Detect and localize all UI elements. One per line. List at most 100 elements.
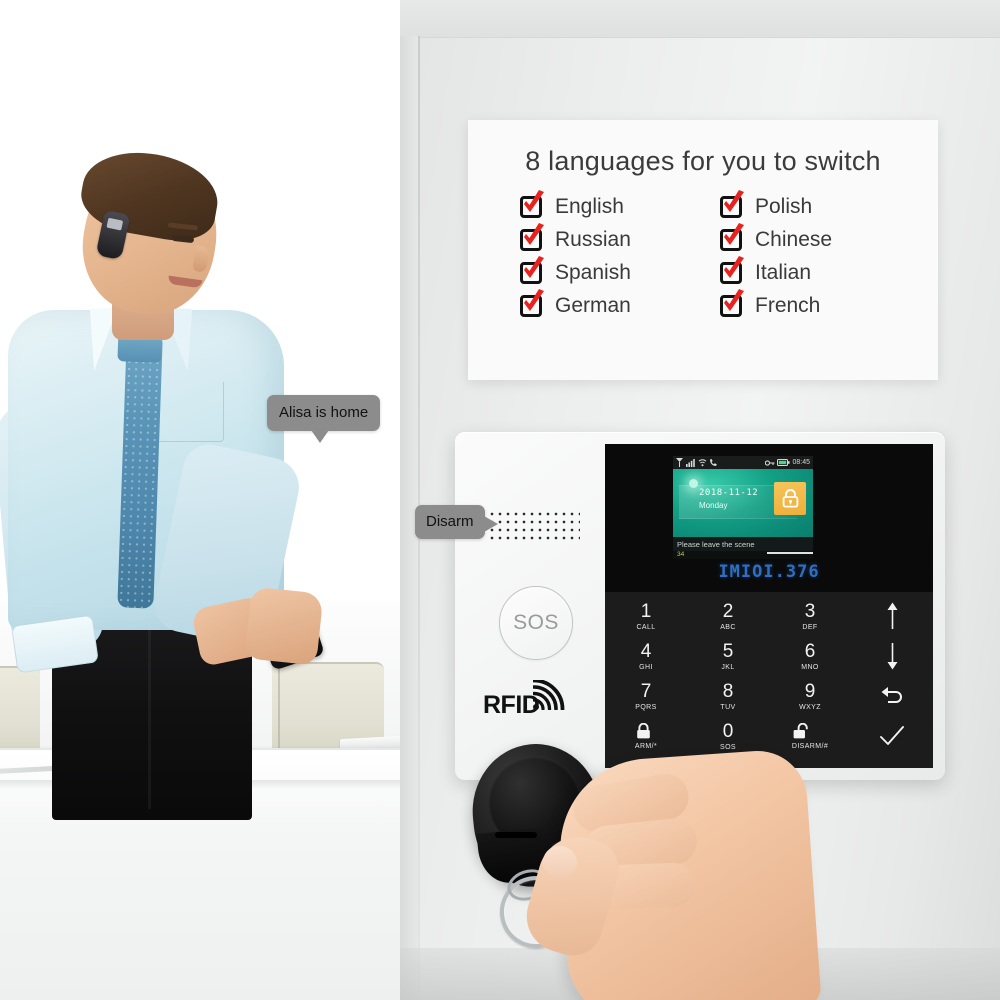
- businessman: [0, 142, 340, 820]
- key-digit: 1: [640, 600, 652, 622]
- hand-holding-rfid-fob: [455, 718, 875, 1000]
- wifi-icon: [698, 459, 707, 467]
- checkmark-icon: [524, 256, 544, 278]
- lcd-countdown-bar: 34: [673, 551, 813, 559]
- lcd-date: 2018-11-12: [699, 488, 759, 498]
- key-digit: 4: [640, 640, 652, 662]
- language-item-spanish: Spanish: [520, 256, 720, 285]
- lcd-glow-spot: [689, 479, 698, 488]
- language-item-chinese: Chinese: [720, 223, 910, 252]
- key-confirm[interactable]: [878, 725, 906, 747]
- checkmark-icon: [524, 190, 544, 212]
- phone-icon: [710, 459, 717, 466]
- checkmark-icon: [524, 223, 544, 245]
- key-sublabel: ABC: [720, 623, 736, 631]
- key-sublabel: PQRS: [635, 703, 657, 711]
- key-down[interactable]: [885, 641, 900, 671]
- key-digit: 9: [804, 680, 816, 702]
- language-label: French: [755, 294, 821, 317]
- language-item-russian: Russian: [520, 223, 720, 252]
- shirt-pocket: [150, 382, 224, 442]
- language-label: German: [555, 294, 631, 317]
- rfid-label: RFID: [483, 691, 540, 719]
- key-icon: [765, 459, 775, 466]
- language-item-german: German: [520, 289, 720, 318]
- lcd-clock: 08:45: [792, 459, 810, 466]
- key-1[interactable]: 1 CALL: [636, 602, 655, 631]
- signal-icon: [676, 458, 683, 467]
- checkbox-icon: [720, 190, 744, 218]
- language-label: Chinese: [755, 228, 833, 251]
- key-8[interactable]: 8 TUV: [720, 682, 735, 711]
- key-4[interactable]: 4 GHI: [639, 642, 653, 671]
- sos-button[interactable]: SOS: [499, 586, 573, 660]
- key-sublabel: CALL: [636, 623, 656, 631]
- key-9[interactable]: 9 WXYZ: [799, 682, 821, 711]
- lcd-weekday: Monday: [699, 501, 728, 510]
- fob-notch: [495, 832, 537, 838]
- key-digit: 6: [804, 640, 816, 662]
- language-item-polish: Polish: [720, 190, 910, 219]
- language-label: Italian: [755, 261, 812, 284]
- callout-disarm: Disarm: [415, 505, 497, 539]
- lcd-progress-line: [767, 552, 813, 554]
- lcd-display: 08:45 2018-11-12 Monday Please leave the…: [673, 456, 813, 559]
- rfid-wave-icon: [533, 680, 565, 710]
- check-icon: [880, 726, 904, 745]
- lcd-area: 08:45 2018-11-12 Monday Please leave the…: [605, 444, 933, 592]
- key-sublabel: GHI: [639, 663, 653, 671]
- language-item-english: English: [520, 190, 720, 219]
- signal-bars-icon: [686, 459, 695, 467]
- key-digit: 5: [722, 640, 734, 662]
- status-icons-left: [676, 458, 718, 467]
- checkmark-icon: [724, 289, 744, 311]
- checkbox-icon: [720, 289, 744, 317]
- key-digit: 8: [722, 680, 734, 702]
- rfid-reader-zone[interactable]: RFID: [483, 680, 567, 720]
- key-digit: 7: [640, 680, 652, 702]
- key-sublabel: DEF: [802, 623, 818, 631]
- sos-button-label: SOS: [513, 611, 559, 634]
- key-up[interactable]: [885, 601, 900, 631]
- language-support-card: 8 languages for you to switch English Po…: [468, 120, 938, 380]
- ceiling: [400, 0, 1000, 38]
- battery-icon: [777, 459, 791, 466]
- checkbox-icon: [720, 223, 744, 251]
- language-label: Spanish: [555, 261, 631, 284]
- key-sublabel: MNO: [801, 663, 819, 671]
- language-item-french: French: [720, 289, 910, 318]
- language-list: English Polish Russian Chinese Spanish I…: [468, 190, 938, 318]
- checkbox-icon: [520, 190, 544, 218]
- lcd-main-area: 2018-11-12 Monday: [673, 469, 813, 537]
- lcd-message: Please leave the scene: [673, 537, 813, 551]
- lock-icon: [782, 489, 798, 508]
- key-digit: 3: [804, 600, 816, 622]
- arrow-down-icon: [887, 643, 897, 670]
- key-back[interactable]: [879, 686, 905, 706]
- language-label: Polish: [755, 195, 813, 218]
- lcd-countdown-value: 34: [677, 551, 685, 558]
- office-scene-photo: Alisa is home: [0, 0, 400, 1000]
- key-digit: 2: [722, 600, 734, 622]
- language-label: Russian: [555, 228, 631, 251]
- back-icon: [881, 687, 902, 703]
- arrow-up-icon: [887, 602, 897, 629]
- key-2[interactable]: 2 ABC: [720, 602, 736, 631]
- key-6[interactable]: 6 MNO: [801, 642, 819, 671]
- key-sublabel: JKL: [721, 663, 735, 671]
- key-5[interactable]: 5 JKL: [721, 642, 734, 671]
- speaker-grille: [488, 510, 580, 542]
- brand-logo: IMIOI.376: [718, 562, 820, 582]
- key-sublabel: WXYZ: [799, 703, 821, 711]
- checkmark-icon: [724, 190, 744, 212]
- arm-mode-tile[interactable]: [774, 482, 806, 515]
- checkbox-icon: [720, 256, 744, 284]
- language-item-italian: Italian: [720, 256, 910, 285]
- language-card-title: 8 languages for you to switch: [525, 146, 881, 176]
- key-7[interactable]: 7 PQRS: [635, 682, 656, 711]
- key-3[interactable]: 3 DEF: [802, 602, 817, 631]
- status-icons-right: 08:45: [765, 459, 810, 467]
- lcd-status-bar: 08:45: [673, 456, 813, 469]
- product-image-stage: Alisa is home 8 languages for you to swi…: [0, 0, 1000, 1000]
- callout-alisa-is-home: Alisa is home: [267, 395, 381, 443]
